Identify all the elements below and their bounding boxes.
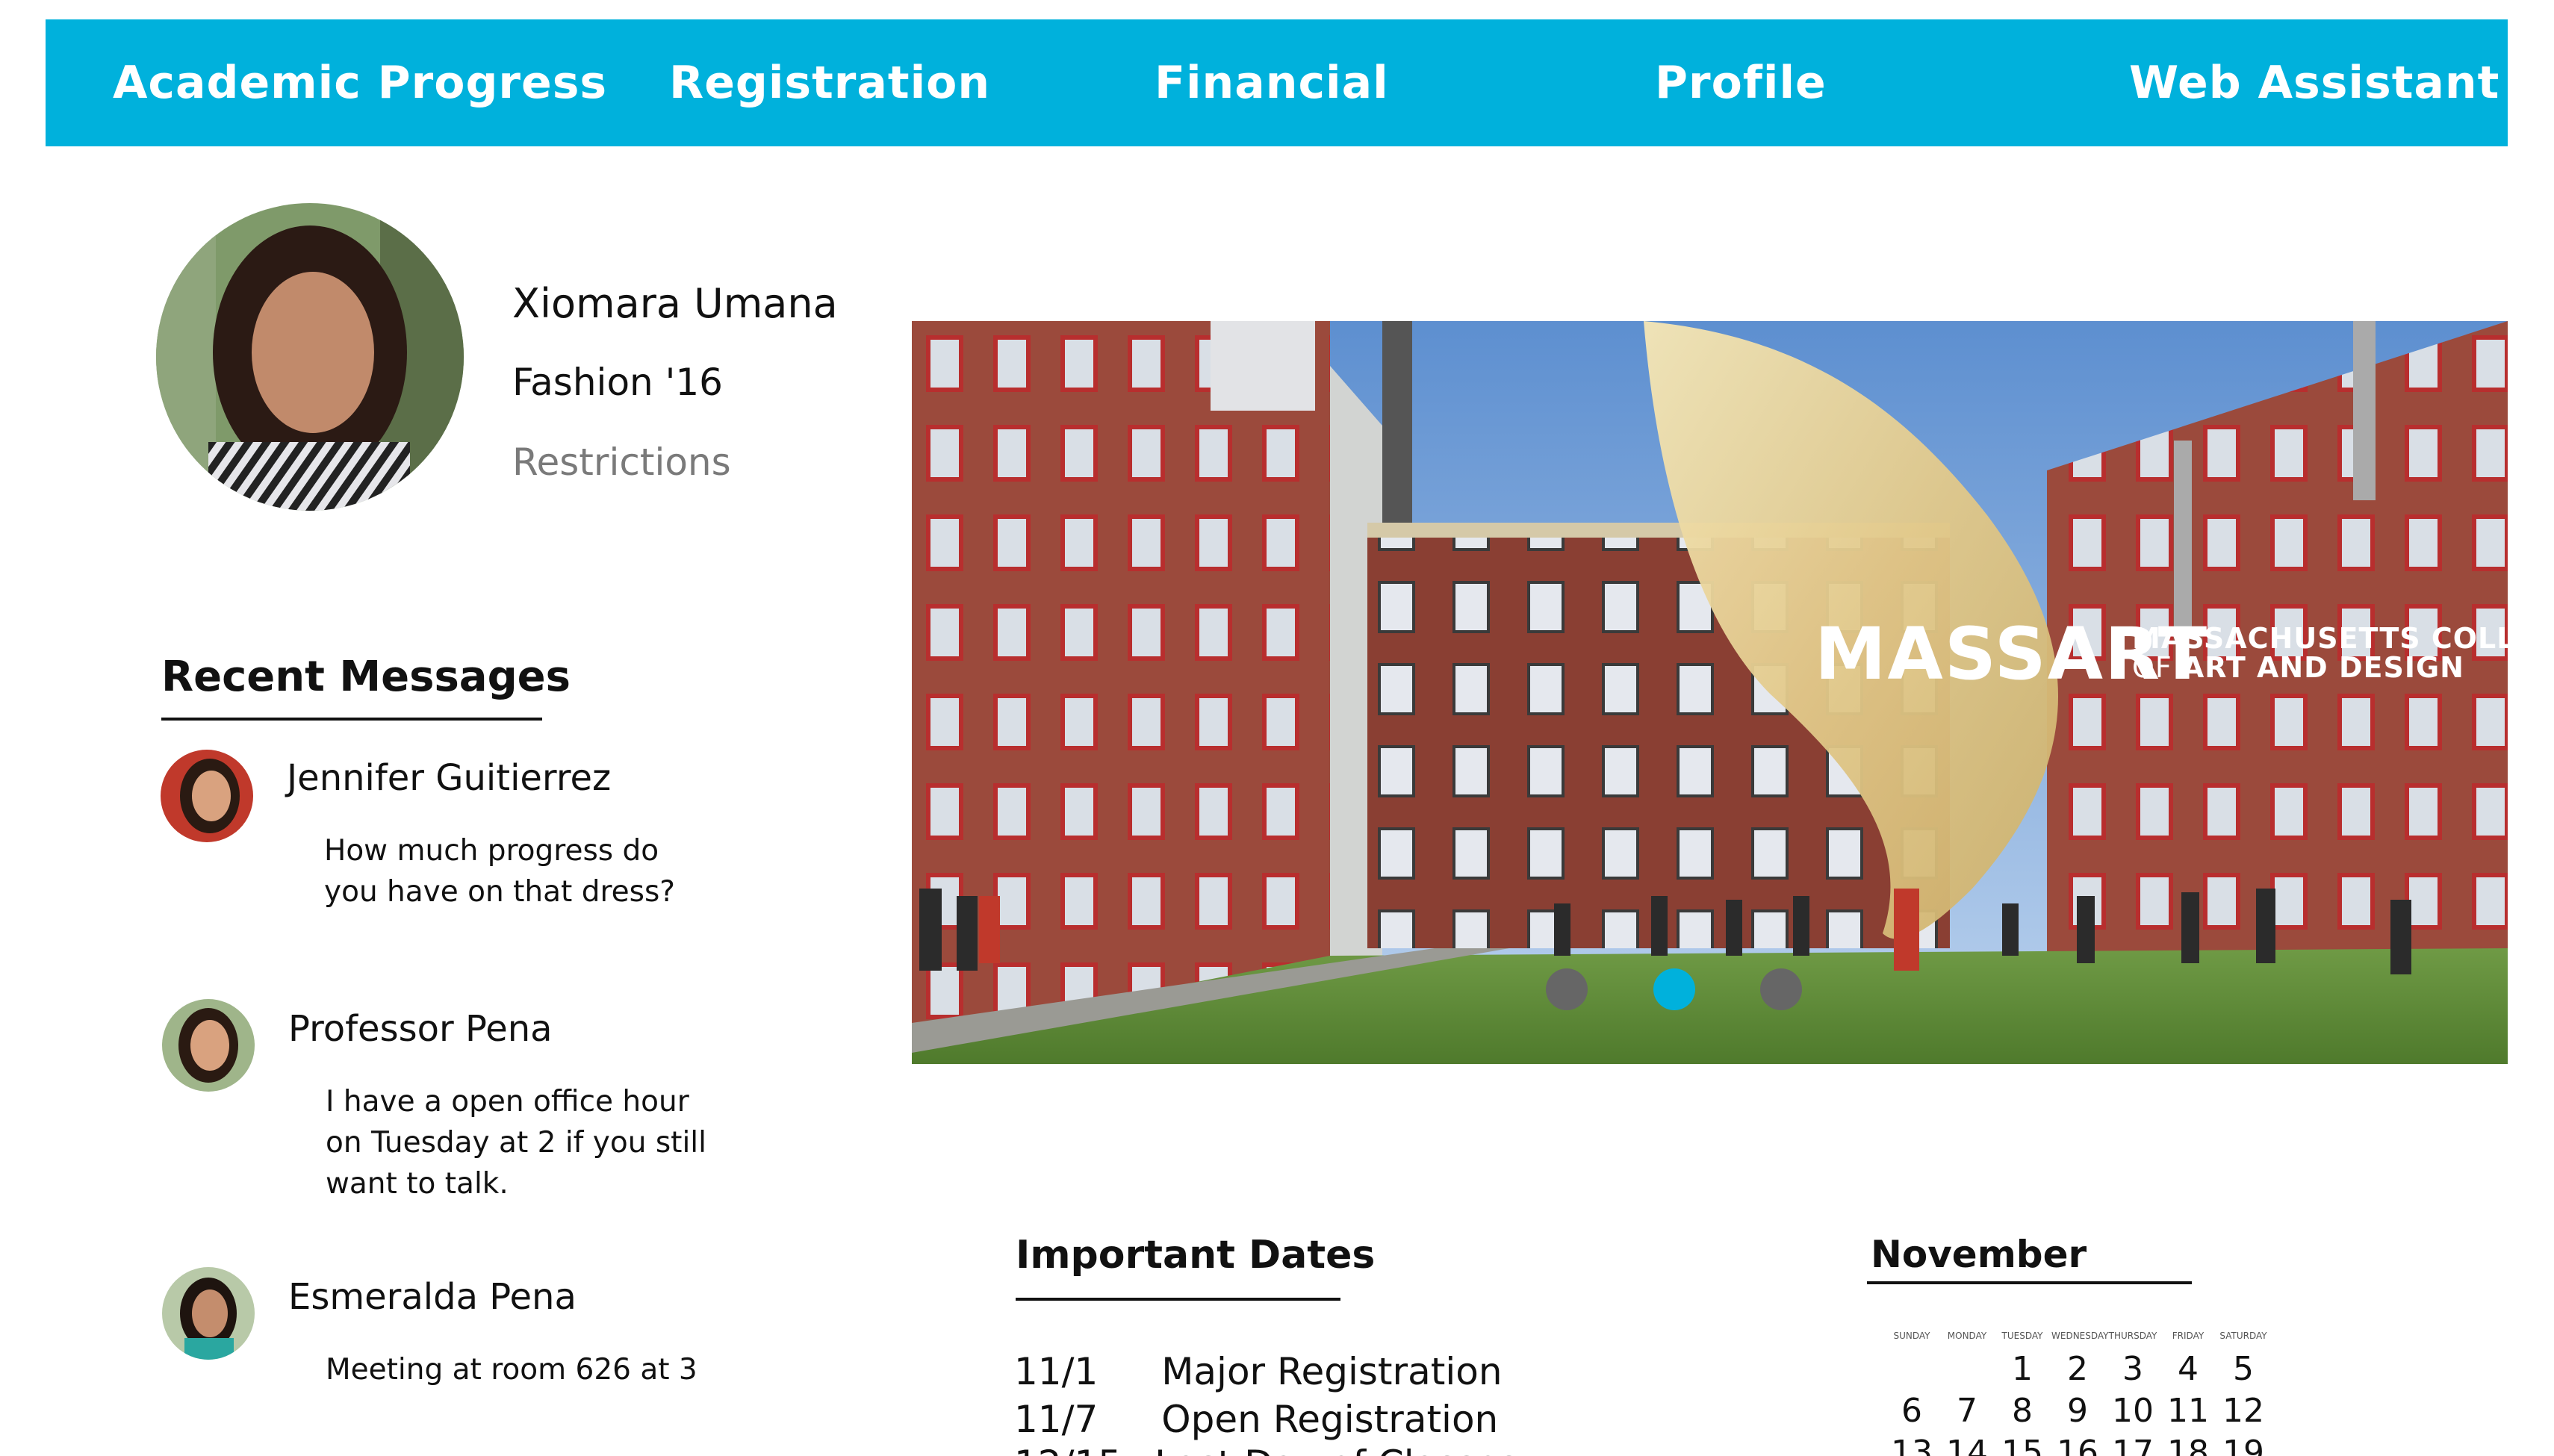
message-text-line: you have on that dress? [324,875,675,909]
calendar-underline [1867,1281,2192,1284]
calendar-month-title: November [1871,1233,2087,1276]
calendar-day[interactable]: 9 [2051,1392,2104,1430]
calendar-day[interactable]: 7 [1941,1392,1993,1430]
date-value: 11/1 [1014,1350,1099,1393]
calendar-day[interactable]: 8 [1996,1392,2048,1430]
campus-hero-carousel[interactable] [912,321,2508,1064]
calendar-day[interactable]: 6 [1886,1392,1938,1430]
calendar-day[interactable]: 19 [2217,1434,2269,1456]
date-event: Open Registration [1161,1398,1499,1441]
top-navigation-bar: Academic Progress Registration Financial… [46,19,2508,146]
calendar-day[interactable]: 13 [1886,1434,1938,1456]
date-item[interactable]: 11/7 Open Registration [1014,1398,1498,1441]
sender-avatar [162,999,255,1092]
recent-messages-title: Recent Messages [161,653,571,701]
sender-avatar [162,1267,255,1360]
calendar-weekday: THURSDAY [2108,1331,2157,1341]
calendar-day[interactable]: 17 [2107,1434,2159,1456]
important-dates-title: Important Dates [1016,1233,1376,1278]
calendar-day[interactable]: 11 [2162,1392,2214,1430]
calendar-day[interactable]: 15 [1996,1434,2048,1456]
nav-academic-progress[interactable]: Academic Progress [113,19,607,146]
date-event: Last Day of Classes [1155,1443,1518,1456]
message-sender: Esmeralda Pena [288,1276,577,1318]
date-event: Major Registration [1161,1350,1503,1393]
message-text-line: on Tuesday at 2 if you still [326,1126,706,1160]
calendar-weekday: SATURDAY [2219,1331,2267,1341]
calendar-day[interactable]: 5 [2217,1350,2269,1388]
message-text-line: Meeting at room 626 at 3 [326,1353,697,1387]
restrictions-link[interactable]: Restrictions [512,441,731,484]
message-text-line: want to talk. [326,1167,509,1201]
calendar-day[interactable]: 2 [2051,1350,2104,1388]
nav-financial[interactable]: Financial [1155,19,1389,146]
date-value: 11/7 [1014,1398,1099,1441]
calendar-day[interactable]: 16 [2051,1434,2104,1456]
calendar-day[interactable]: 4 [2162,1350,2214,1388]
calendar-day[interactable]: 10 [2107,1392,2159,1430]
sender-avatar [161,750,253,842]
carousel-dot-2-active[interactable] [1653,968,1695,1010]
profile-name: Xiomara Umana [512,280,838,327]
message-text-line: I have a open office hour [326,1085,689,1119]
calendar-weekday: MONDAY [1947,1331,1987,1341]
logo-subtitle-line-2: OF ART AND DESIGN [2132,651,2464,684]
message-text-line: How much progress do [324,834,659,868]
date-value: 12/15 [1014,1443,1122,1456]
calendar-weekday: FRIDAY [2172,1331,2205,1341]
carousel-dot-1[interactable] [1546,968,1588,1010]
message-sender: Jennifer Guitierrez [287,757,612,799]
nav-profile[interactable]: Profile [1655,19,1827,146]
calendar-day[interactable]: 18 [2162,1434,2214,1456]
message-sender: Professor Pena [288,1008,553,1050]
date-item[interactable]: 11/1 Major Registration [1014,1350,1503,1393]
carousel-dot-3[interactable] [1760,968,1802,1010]
calendar-day[interactable]: 12 [2217,1392,2269,1430]
profile-program: Fashion '16 [512,361,723,404]
date-item[interactable]: 12/15 Last Day of Classes [1014,1443,1518,1456]
calendar-weekday: SUNDAY [1893,1331,1930,1341]
calendar-day[interactable]: 3 [2107,1350,2159,1388]
calendar-weekday: TUESDAY [2001,1331,2043,1341]
profile-avatar[interactable] [156,203,464,511]
calendar-weekday: WEDNESDAY [2051,1331,2109,1341]
student-portal-page: Academic Progress Registration Financial… [0,0,2554,1456]
calendar-day[interactable]: 1 [1996,1350,2048,1388]
campus-photo [912,321,2508,1064]
nav-web-assistant[interactable]: Web Assistant [2129,19,2499,146]
important-dates-underline [1016,1298,1340,1301]
calendar-day[interactable]: 14 [1941,1434,1993,1456]
nav-registration[interactable]: Registration [669,19,990,146]
recent-messages-underline [161,718,542,721]
logo-subtitle-line-1: MASSACHUSETTS COLL [2132,622,2516,655]
